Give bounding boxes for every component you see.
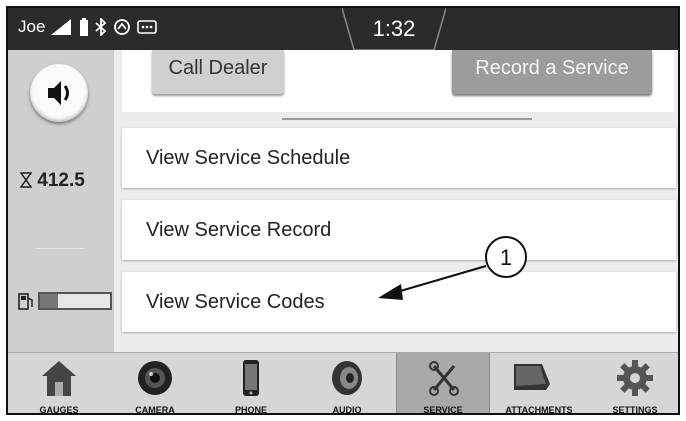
nav-label: SERVICE xyxy=(423,405,463,415)
nav-attachments[interactable]: ATTACHMENTS xyxy=(492,353,586,415)
nav-settings[interactable]: SETTINGS xyxy=(588,353,678,415)
nav-audio[interactable]: AUDIO xyxy=(300,353,394,415)
callout-arrowhead xyxy=(378,284,403,300)
camera-lens-icon xyxy=(138,361,172,395)
gear-icon xyxy=(617,360,653,396)
nav-label: SETTINGS xyxy=(612,405,658,415)
phone-icon xyxy=(243,360,259,396)
screen-frame: Joe 1:32 412.5 Call Dealer Record a Serv… xyxy=(6,6,680,415)
nav-label: PHONE xyxy=(234,405,267,415)
nav-service[interactable]: SERVICE xyxy=(396,353,490,415)
bottom-nav: GAUGES CAMERA PHONE AUDIO SERVICE ATTACH… xyxy=(8,352,678,415)
nav-label: AUDIO xyxy=(332,405,362,415)
speaker-cone-icon xyxy=(332,361,362,395)
house-icon xyxy=(42,361,76,396)
nav-gauges[interactable]: GAUGES xyxy=(12,353,106,415)
nav-label: GAUGES xyxy=(39,405,79,415)
nav-label: CAMERA xyxy=(135,405,175,415)
nav-label: ATTACHMENTS xyxy=(505,405,573,415)
nav-camera[interactable]: CAMERA xyxy=(108,353,202,415)
callout-number: 1 xyxy=(500,245,512,270)
bucket-icon xyxy=(514,364,550,390)
nav-phone[interactable]: PHONE xyxy=(204,353,298,415)
wrench-icon xyxy=(429,361,459,396)
